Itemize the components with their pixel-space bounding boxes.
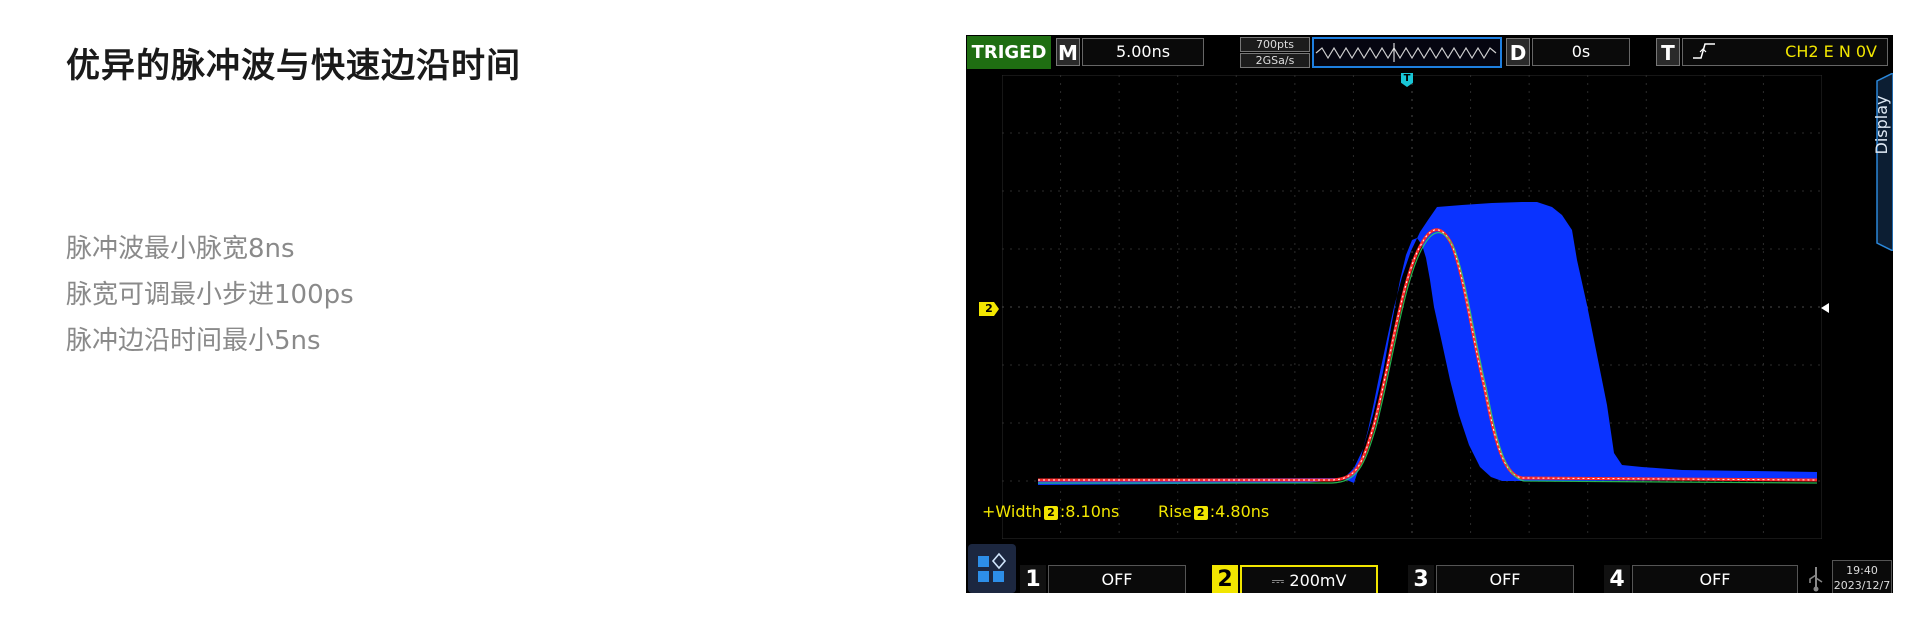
channel-2-setting[interactable]: ⎓ 200mV 1.000X [1240,565,1378,593]
channel-2-tag[interactable]: 2 [1212,565,1238,593]
channel-2-offset-marker[interactable]: 2 [979,302,999,316]
feature-list: 脉冲波最小脉宽8ns 脉宽可调最小步进100ps 脉冲边沿时间最小5ns [66,226,354,364]
channel-1-setting[interactable]: OFF [1048,565,1186,593]
feature-item: 脉宽可调最小步进100ps [66,280,354,310]
delay-field[interactable]: 0s [1532,38,1630,66]
pulse-trace-highlight [1038,229,1818,481]
pulse-persistence-fill [1038,202,1817,485]
channel-3-tag[interactable]: 3 [1408,565,1434,593]
oscilloscope-screen: TRIGED M 5.00ns 700pts 2GSa/s D 0s T CH2… [966,35,1893,593]
feature-item: 脉冲波最小脉宽8ns [66,234,295,264]
sample-rate: 2GSa/s [1240,53,1310,68]
waveform-overview[interactable] [1312,37,1502,68]
trigger-value: CH2 E N 0V [1785,42,1877,61]
memory-depth: 700pts [1240,37,1310,52]
width-measurement: +Width 2:8.10ns [982,502,1119,521]
channel-1-tag[interactable]: 1 [1020,565,1046,593]
horizontal-tag[interactable]: M [1056,38,1080,66]
page-title: 优异的脉冲波与快速边沿时间 [66,46,521,86]
measure-channel-badge: 2 [1193,505,1208,520]
trigger-level-arrow[interactable] [1821,303,1829,313]
app-menu-button[interactable] [968,544,1016,593]
feature-item: 脉冲边沿时间最小5ns [66,326,321,356]
rise-value: :4.80ns [1209,502,1270,521]
overview-wave [1315,43,1497,62]
clock: 19:40 2023/12/7 [1832,560,1892,593]
channel-4-tag[interactable]: 4 [1604,565,1630,593]
graticule [1002,75,1822,539]
measure-channel-badge: 2 [1043,505,1058,520]
display-tab-label: Display [1872,95,1891,155]
rise-measurement: Rise 2:4.80ns [1158,502,1269,521]
apps-icon [978,552,1007,582]
trigger-status-badge: TRIGED [967,36,1051,69]
trigger-field[interactable]: CH2 E N 0V [1682,38,1888,66]
usb-icon [1804,563,1828,593]
clock-time: 19:40 [1846,564,1878,577]
width-label: +Width [982,502,1042,521]
rising-edge-icon [1691,39,1717,71]
channel-4-setting[interactable]: OFF [1632,565,1798,593]
clock-date: 2023/12/7 [1833,579,1891,592]
trigger-tag[interactable]: T [1656,38,1680,66]
rise-label: Rise [1158,502,1192,521]
pulse-trace-green [1038,232,1818,484]
width-value: :8.10ns [1059,502,1120,521]
waveform-plot [1002,75,1822,539]
channel-3-setting[interactable]: OFF [1436,565,1574,593]
pulse-trace [1038,228,1818,482]
delay-tag[interactable]: D [1506,38,1530,66]
timebase-field[interactable]: 5.00ns [1082,38,1204,66]
